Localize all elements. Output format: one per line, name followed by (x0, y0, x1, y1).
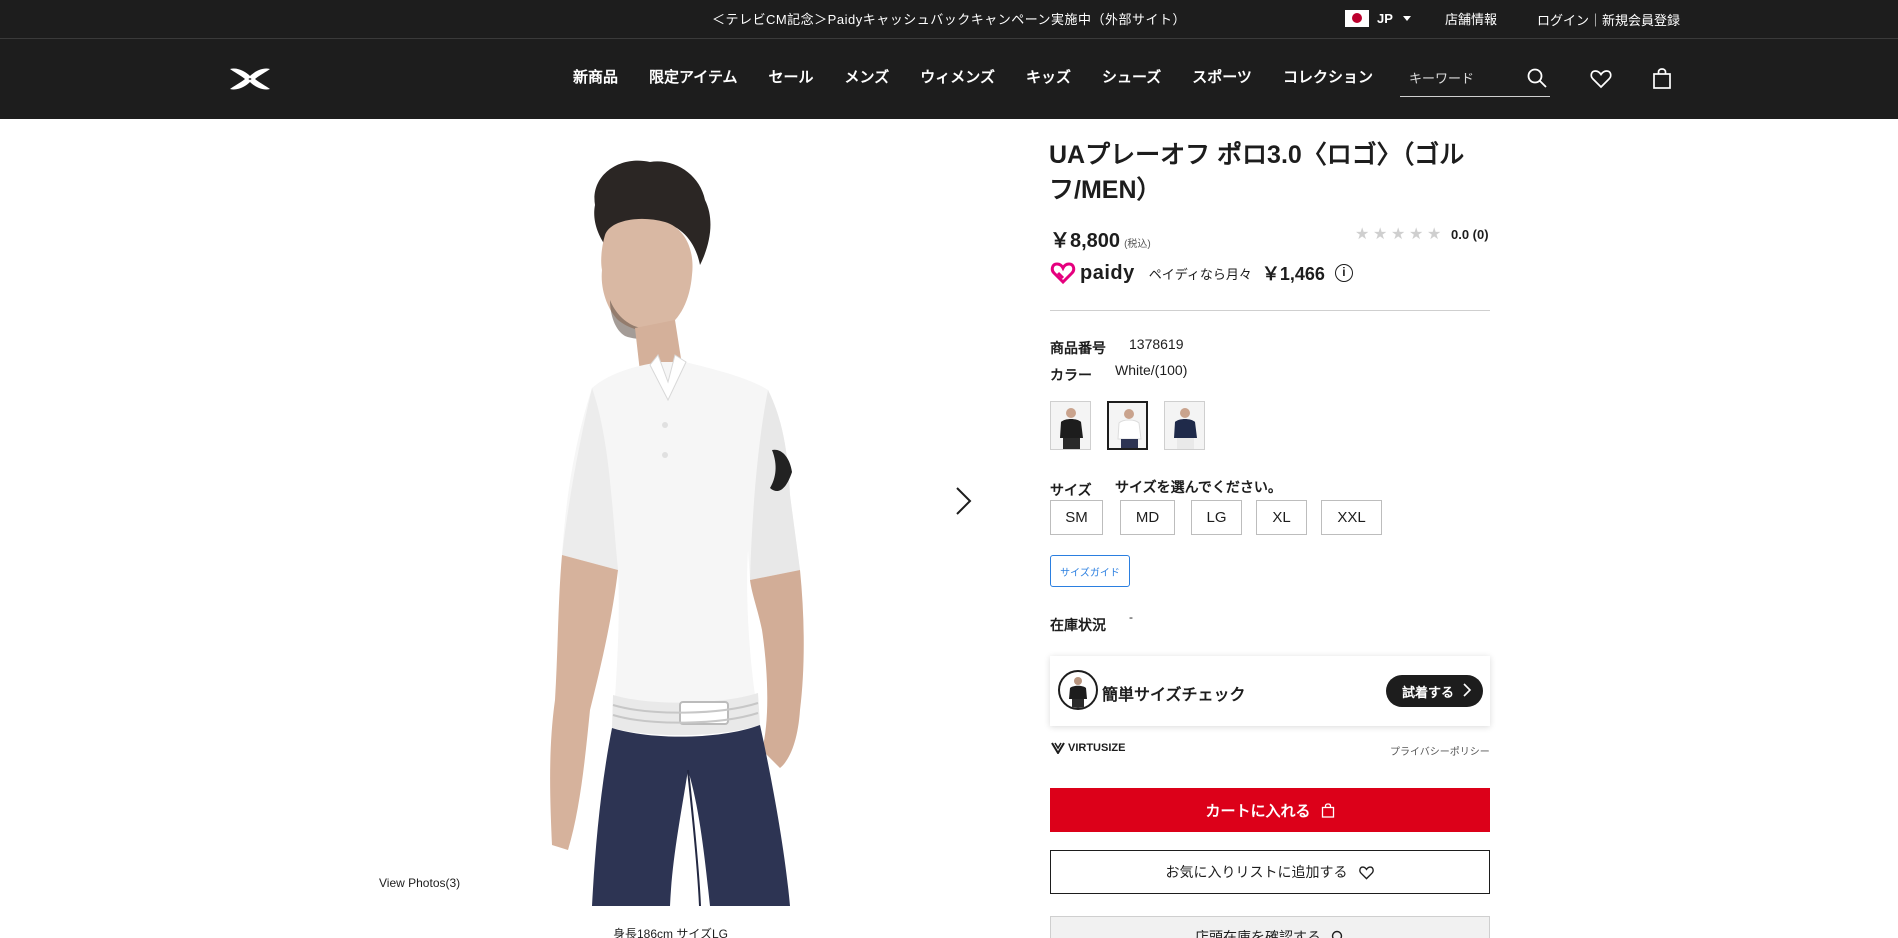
virtusize-privacy-link[interactable]: プライバシーポリシー (1390, 743, 1490, 758)
store-info-link[interactable]: 店舗情報 (1445, 9, 1497, 28)
swatch-black-image (1060, 408, 1083, 449)
nav-limited-items[interactable]: 限定アイテム (649, 66, 738, 87)
paidy-brand: paidy (1080, 261, 1135, 284)
review-rating[interactable]: ★ ★ ★ ★ ★ 0.0 (0) (1355, 226, 1489, 243)
star-icon: ★ (1409, 226, 1424, 243)
search-box (1400, 63, 1550, 97)
nav-kids[interactable]: キッズ (1026, 66, 1071, 87)
star-icon: ★ (1373, 226, 1388, 243)
add-to-cart-label: カートに入れる (1205, 802, 1311, 820)
paidy-amount: ￥1,466 (1261, 264, 1325, 284)
under-armour-logo[interactable] (228, 66, 272, 92)
color-swatch-navy[interactable] (1164, 401, 1205, 450)
tax-note: (税込) (1124, 239, 1151, 250)
try-on-button[interactable]: 試着する (1386, 675, 1483, 707)
main-header: 新商品 限定アイテム セール メンズ ウィメンズ キッズ シューズ スポーツ コ… (0, 39, 1898, 119)
shopping-bag-icon (1321, 802, 1334, 818)
virtusize-size-check: 簡単サイズチェック 試着する (1050, 656, 1490, 726)
product-title: UAプレーオフ ポロ3.0〈ロゴ〉（ゴルフ/MEN） (1049, 141, 1465, 204)
size-guide-button[interactable]: サイズガイド (1050, 555, 1130, 587)
size-button-md[interactable]: MD (1120, 500, 1175, 535)
product-main-image[interactable] (500, 150, 900, 906)
next-image-arrow[interactable] (953, 486, 973, 516)
paidy-logo: paidy (1050, 260, 1135, 286)
nav-sale[interactable]: セール (769, 66, 814, 87)
star-icon: ★ (1427, 226, 1442, 243)
product-number-label: 商品番号 (1050, 340, 1106, 356)
chevron-right-icon (1463, 683, 1472, 697)
language-label: JP (1377, 11, 1393, 26)
color-value: White/(100) (1115, 362, 1188, 378)
check-store-stock-label: 店頭在庫を確認する (1195, 929, 1321, 938)
product-price: ￥8,800 (税込) (1050, 224, 1151, 253)
search-icon[interactable] (1526, 67, 1548, 89)
size-button-xl[interactable]: XL (1256, 500, 1307, 535)
main-navigation: 新商品 限定アイテム セール メンズ ウィメンズ キッズ シューズ スポーツ コ… (573, 66, 1404, 87)
price-value: ￥8,800 (1050, 230, 1121, 252)
size-label: サイズ (1050, 482, 1092, 498)
japan-flag-icon (1345, 10, 1369, 27)
virtusize-avatar (1058, 670, 1098, 710)
info-icon[interactable]: i (1334, 264, 1353, 282)
search-input[interactable] (1400, 63, 1510, 93)
search-icon (1331, 930, 1343, 938)
try-on-label: 試着する (1402, 684, 1455, 700)
virtusize-brand: VIRTUSIZE (1051, 742, 1125, 754)
size-prompt: サイズを選んでください。 (1115, 479, 1282, 495)
virtusize-title: 簡単サイズチェック (1102, 687, 1246, 704)
add-to-favorites-label: お気に入りリストに追加する (1165, 864, 1348, 880)
announcement-bar: ＜テレビCM記念＞Paidyキャッシュバックキャンペーン実施中（外部サイト） J… (0, 0, 1898, 39)
swatch-navy-image (1174, 408, 1197, 449)
nav-shoes[interactable]: シューズ (1102, 66, 1161, 87)
heart-icon (1358, 865, 1374, 880)
size-button-sm[interactable]: SM (1050, 500, 1103, 535)
model-size-caption: 身長186cm サイズLG (613, 927, 728, 938)
paidy-heart-icon (1050, 262, 1076, 285)
swatch-white-image (1117, 409, 1142, 448)
add-to-cart-button[interactable]: カートに入れる (1050, 788, 1490, 832)
paidy-installment: paidy ペイディなら月々 ￥1,466 i (1050, 260, 1353, 286)
nav-mens[interactable]: メンズ (845, 66, 890, 87)
login-register-link[interactable]: ログイン｜新規会員登録 (1537, 10, 1680, 29)
star-icon: ★ (1355, 226, 1370, 243)
divider (1050, 310, 1490, 311)
add-to-favorites-button[interactable]: お気に入りリストに追加する (1050, 850, 1490, 894)
shopping-bag-icon[interactable] (1650, 67, 1674, 91)
rating-score: 0.0 (0) (1451, 227, 1489, 242)
paidy-text: ペイディなら月々 (1148, 266, 1252, 282)
nav-womens[interactable]: ウィメンズ (920, 66, 995, 87)
language-selector[interactable]: JP (1345, 10, 1411, 27)
heart-icon[interactable] (1589, 67, 1613, 91)
nav-collection[interactable]: コレクション (1283, 66, 1373, 87)
color-swatch-black[interactable] (1050, 401, 1091, 450)
product-number-value: 1378619 (1129, 336, 1184, 352)
star-icon: ★ (1391, 226, 1406, 243)
color-swatch-white[interactable] (1107, 401, 1148, 450)
nav-new-arrivals[interactable]: 新商品 (573, 66, 618, 87)
stock-value: - (1129, 610, 1133, 624)
view-photos-link[interactable]: View Photos(3) (379, 876, 460, 890)
virtusize-logo-icon (1051, 742, 1065, 754)
stock-label: 在庫状況 (1050, 617, 1106, 633)
size-button-xxl[interactable]: XXL (1321, 500, 1382, 535)
size-button-lg[interactable]: LG (1191, 500, 1242, 535)
virtusize-brand-label: VIRTUSIZE (1068, 742, 1126, 754)
nav-sports[interactable]: スポーツ (1192, 66, 1252, 87)
check-store-stock-button[interactable]: 店頭在庫を確認する (1050, 916, 1490, 938)
chevron-down-icon (1402, 16, 1411, 21)
color-label: カラー (1050, 367, 1092, 383)
